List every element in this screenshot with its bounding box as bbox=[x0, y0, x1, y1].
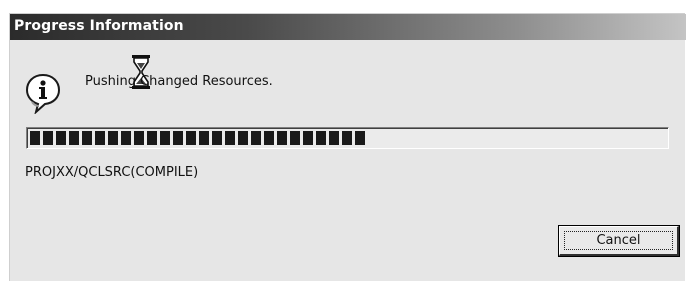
progress-dialog: Progress Information Pushing Changed Res… bbox=[9, 13, 686, 281]
progress-segment bbox=[173, 131, 183, 145]
progress-segment bbox=[355, 131, 365, 145]
progress-segment bbox=[82, 131, 92, 145]
progress-segment bbox=[134, 131, 144, 145]
progress-segment bbox=[121, 131, 131, 145]
progress-message: Pushing Changed Resources. bbox=[85, 74, 273, 89]
progress-segment bbox=[30, 131, 40, 145]
cancel-button-label: Cancel bbox=[596, 233, 641, 248]
progress-segment bbox=[212, 131, 222, 145]
progress-detail: PROJXX/QCLSRC(COMPILE) bbox=[25, 165, 199, 180]
progress-segment bbox=[225, 131, 235, 145]
progress-segment bbox=[238, 131, 248, 145]
progress-bar bbox=[26, 127, 669, 149]
progress-segment bbox=[290, 131, 300, 145]
progress-fill bbox=[30, 131, 368, 145]
progress-segment bbox=[147, 131, 157, 145]
progress-segment bbox=[56, 131, 66, 145]
progress-segment bbox=[264, 131, 274, 145]
cancel-button[interactable]: Cancel bbox=[558, 225, 680, 257]
progress-segment bbox=[69, 131, 79, 145]
progress-segment bbox=[329, 131, 339, 145]
progress-segment bbox=[303, 131, 313, 145]
progress-segment bbox=[43, 131, 53, 145]
progress-segment bbox=[108, 131, 118, 145]
progress-segment bbox=[95, 131, 105, 145]
progress-segment bbox=[316, 131, 326, 145]
progress-segment bbox=[251, 131, 261, 145]
info-icon bbox=[25, 73, 61, 114]
progress-segment bbox=[160, 131, 170, 145]
progress-segment bbox=[277, 131, 287, 145]
progress-segment bbox=[199, 131, 209, 145]
progress-segment bbox=[342, 131, 352, 145]
window-title: Progress Information bbox=[14, 18, 184, 34]
title-bar[interactable]: Progress Information bbox=[10, 14, 686, 40]
progress-segment bbox=[186, 131, 196, 145]
